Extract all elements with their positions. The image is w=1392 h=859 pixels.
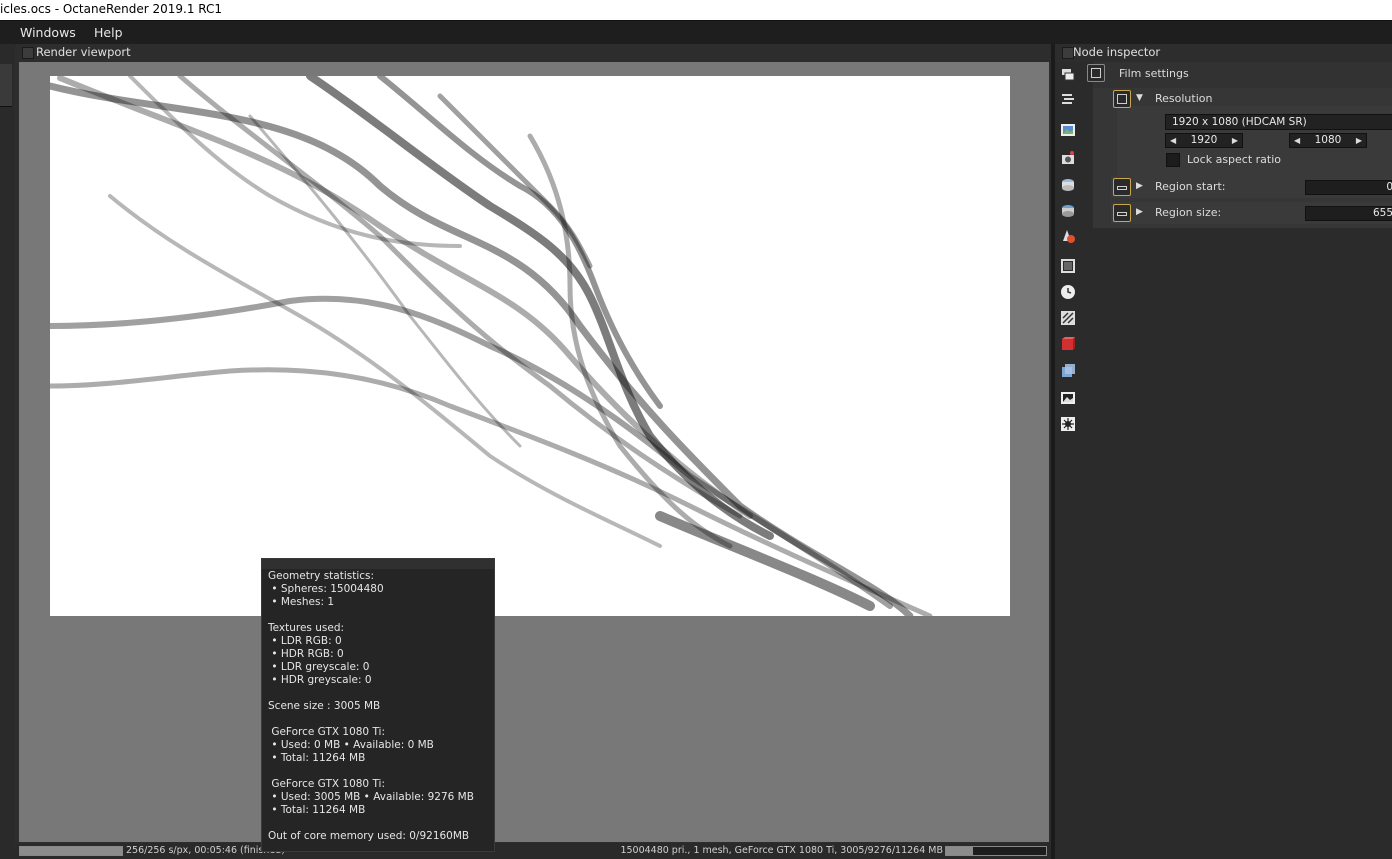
rendered-particles-image xyxy=(50,76,933,616)
window-titlebar: icles.ocs - OctaneRender 2019.1 RC1 xyxy=(0,0,1392,20)
film-settings-row: Film settings xyxy=(1087,62,1392,88)
region-start-icon[interactable] xyxy=(1113,178,1131,196)
statistics-line: • LDR greyscale: 0 xyxy=(268,661,370,673)
render-viewport-panel: Render viewport 256/256 s/px, 00:05:46 (… xyxy=(15,44,1051,859)
film-icon[interactable] xyxy=(1060,258,1076,274)
lock-aspect-label: Lock aspect ratio xyxy=(1187,153,1282,166)
film-settings-properties: Film settings ▼ Resolution 1920 x 1080 (… xyxy=(1087,62,1392,228)
statistics-tooltip-header xyxy=(262,559,494,569)
node-inspector-title: Node inspector xyxy=(1073,45,1161,59)
expand-triangle-icon[interactable]: ▶ xyxy=(1136,207,1143,217)
render-viewport-header: Render viewport xyxy=(15,44,1051,62)
menu-windows[interactable]: Windows xyxy=(20,25,76,40)
increment-arrow-icon[interactable]: ▶ xyxy=(1356,134,1362,147)
film-settings-icon[interactable] xyxy=(1087,64,1105,82)
left-dock-tab[interactable] xyxy=(0,64,12,107)
menu-bar: Windows Help xyxy=(0,20,1392,45)
lock-aspect-checkbox[interactable] xyxy=(1166,153,1180,167)
statistics-line: • Meshes: 1 xyxy=(268,596,334,608)
height-spinner[interactable]: ◀ 1080 ▶ xyxy=(1289,133,1367,148)
decrement-arrow-icon[interactable]: ◀ xyxy=(1170,134,1176,147)
window-title: icles.ocs - OctaneRender 2019.1 RC1 xyxy=(0,2,223,16)
region-size-icon[interactable] xyxy=(1113,204,1131,222)
decrement-arrow-icon[interactable]: ◀ xyxy=(1294,134,1300,147)
memory-usage-bar xyxy=(945,846,1047,856)
statistics-line: Geometry statistics: xyxy=(268,570,375,582)
camera-icon[interactable] xyxy=(1060,150,1076,166)
width-value: 1920 xyxy=(1190,134,1218,146)
region-size-row: ▶ Region size: 655 xyxy=(1111,202,1392,224)
scene-status-text: 15004480 pri., 1 mesh, GeForce GTX 1080 … xyxy=(620,845,943,856)
blue-cube-icon[interactable] xyxy=(1060,362,1076,378)
film-settings-label: Film settings xyxy=(1119,67,1189,80)
region-start-row: ▶ Region start: 0 xyxy=(1111,176,1392,198)
expand-triangle-icon[interactable]: ▶ xyxy=(1136,181,1143,191)
menu-help[interactable]: Help xyxy=(94,25,123,40)
region-start-label: Region start: xyxy=(1155,180,1226,193)
node-inspector-header: Node inspector xyxy=(1055,44,1392,62)
statistics-line: Out of core memory used: 0/92160MB xyxy=(268,830,470,842)
statistics-line: • HDR RGB: 0 xyxy=(268,648,344,660)
statistics-line: • LDR RGB: 0 xyxy=(268,635,342,647)
statistics-line: • Spheres: 15004480 xyxy=(268,583,384,595)
environment-icon[interactable] xyxy=(1060,176,1076,192)
panel-menu-icon[interactable] xyxy=(22,47,34,59)
statistics-line: • Used: 0 MB • Available: 0 MB xyxy=(268,739,434,751)
resolution-icon[interactable] xyxy=(1113,90,1131,108)
resolution-label: Resolution xyxy=(1155,92,1213,105)
picture-icon[interactable] xyxy=(1060,390,1076,406)
node-inspector-panel: Node inspector Film settings ▼ Resolutio… xyxy=(1055,44,1392,859)
viewport-area[interactable] xyxy=(19,62,1049,842)
left-dock-strip xyxy=(0,44,14,859)
region-start-field[interactable]: 0 xyxy=(1305,180,1392,195)
viewport-status-bar: 256/256 s/px, 00:05:46 (finished) 150044… xyxy=(15,843,1051,859)
environment-alt-icon[interactable] xyxy=(1060,202,1076,218)
statistics-line: Scene size : 3005 MB xyxy=(268,700,381,712)
statistics-line: • Total: 11264 MB xyxy=(268,804,366,816)
render-viewport-title: Render viewport xyxy=(36,45,131,59)
statistics-line: • HDR greyscale: 0 xyxy=(268,674,372,686)
height-value: 1080 xyxy=(1314,134,1342,146)
texture-icon[interactable] xyxy=(1060,310,1076,326)
region-size-field[interactable]: 655 xyxy=(1305,206,1392,221)
image-icon[interactable] xyxy=(1060,122,1076,138)
render-progress-bar xyxy=(19,846,123,856)
clock-icon[interactable] xyxy=(1060,284,1076,300)
light-icon[interactable] xyxy=(1060,416,1076,432)
statistics-line: Textures used: xyxy=(268,622,345,634)
inspector-node-icons xyxy=(1055,62,1083,859)
statistics-tooltip: Geometry statistics: • Spheres: 15004480… xyxy=(261,558,495,852)
resolution-preset-dropdown[interactable]: 1920 x 1080 (HDCAM SR) xyxy=(1165,114,1392,130)
width-spinner[interactable]: ◀ 1920 ▶ xyxy=(1165,133,1243,148)
statistics-line: • Used: 3005 MB • Available: 9276 MB xyxy=(268,791,474,803)
render-image[interactable] xyxy=(50,76,1010,616)
material-icon[interactable] xyxy=(1060,228,1076,244)
region-size-label: Region size: xyxy=(1155,206,1222,219)
menu-lines-icon[interactable] xyxy=(1060,91,1076,107)
increment-arrow-icon[interactable]: ▶ xyxy=(1232,134,1238,147)
collapse-triangle-icon[interactable]: ▼ xyxy=(1136,93,1143,103)
layers-icon[interactable] xyxy=(1060,67,1076,83)
statistics-line: GeForce GTX 1080 Ti: xyxy=(268,778,385,790)
statistics-line: GeForce GTX 1080 Ti: xyxy=(268,726,385,738)
red-cube-icon[interactable] xyxy=(1060,336,1076,352)
statistics-line: • Total: 11264 MB xyxy=(268,752,366,764)
